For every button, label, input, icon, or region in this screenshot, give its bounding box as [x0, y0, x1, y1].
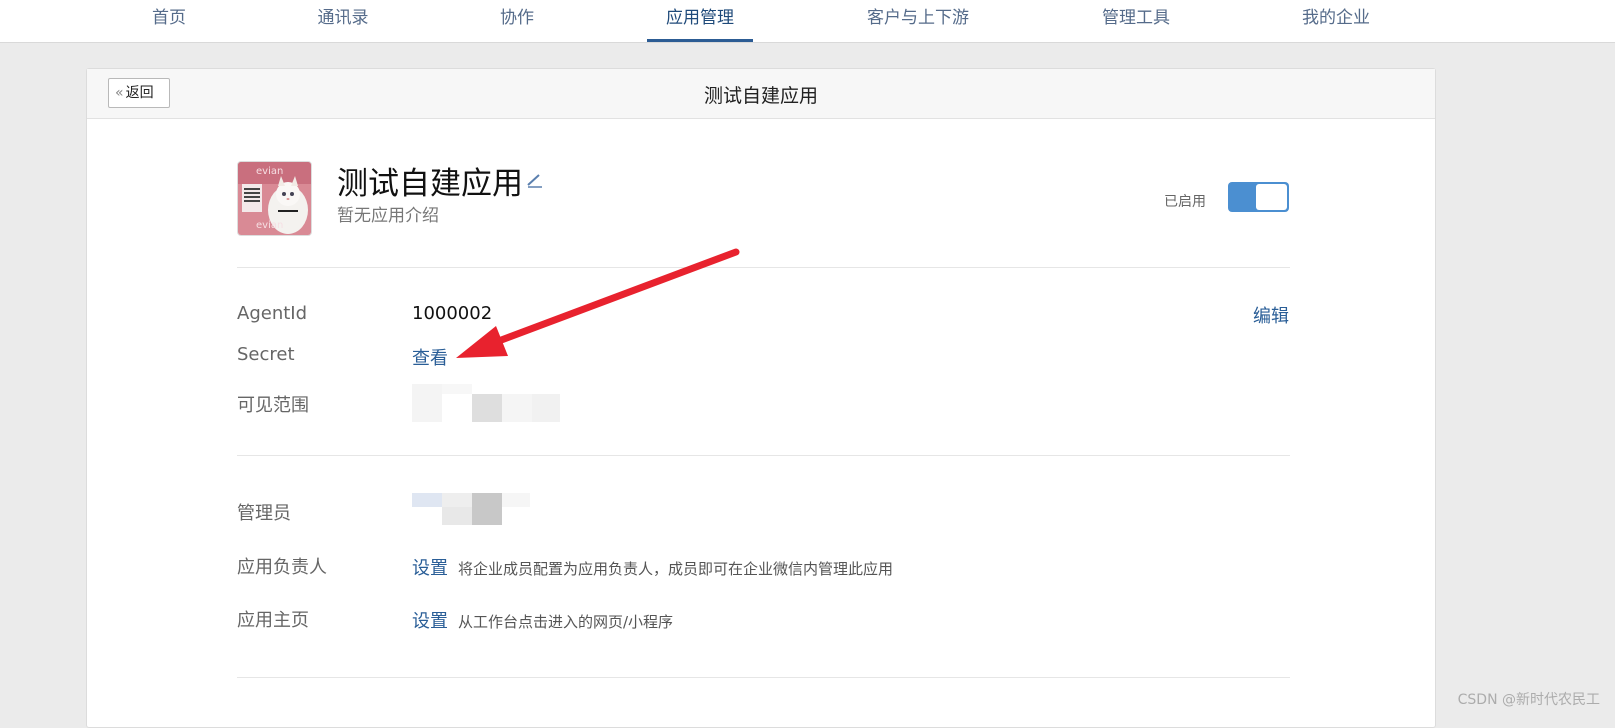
nav-item-app-management[interactable]: 应用管理: [666, 0, 734, 43]
app-home-label: 应用主页: [237, 606, 309, 632]
app-home-set-link[interactable]: 设置: [412, 611, 448, 632]
app-description: 暂无应用介绍: [337, 201, 439, 226]
nav-item-home[interactable]: 首页: [152, 0, 186, 43]
app-owner-label: 应用负责人: [237, 553, 327, 579]
nav-item-contacts[interactable]: 通讯录: [318, 0, 369, 43]
edit-link[interactable]: 编辑: [1253, 302, 1289, 328]
toggle-knob: [1256, 184, 1287, 210]
divider: [237, 267, 1290, 268]
agentid-label: AgentId: [237, 303, 307, 324]
app-owner-hint: 将企业成员配置为应用负责人，成员即可在企业微信内管理此应用: [458, 560, 893, 578]
app-detail-card: «返回 测试自建应用 evian evian 测试自建应用: [86, 68, 1436, 728]
top-nav: 首页 通讯录 协作 应用管理 客户与上下游 管理工具 我的企业: [0, 0, 1615, 43]
app-owner-row: 设置将企业成员配置为应用负责人，成员即可在企业微信内管理此应用: [412, 554, 893, 580]
logo-text-top: evian: [256, 166, 283, 177]
divider: [237, 455, 1290, 456]
secret-label: Secret: [237, 344, 295, 365]
logo-text-bottom: evian: [256, 220, 283, 231]
nav-item-customers[interactable]: 客户与上下游: [867, 0, 969, 43]
app-home-hint: 从工作台点击进入的网页/小程序: [458, 613, 673, 631]
nav-item-collaboration[interactable]: 协作: [500, 0, 534, 43]
app-owner-set-link[interactable]: 设置: [412, 558, 448, 579]
admin-label: 管理员: [237, 499, 291, 525]
enabled-status-label: 已启用: [1164, 191, 1206, 211]
watermark: CSDN @新时代农民工: [1458, 689, 1600, 709]
nav-item-management-tools[interactable]: 管理工具: [1102, 0, 1170, 43]
card-header: «返回 测试自建应用: [87, 69, 1435, 119]
page-title: 测试自建应用: [87, 81, 1435, 108]
enable-toggle[interactable]: [1228, 182, 1289, 212]
admin-avatars-blurred: [412, 493, 532, 531]
app-name: 测试自建应用: [337, 158, 523, 203]
visible-range-members-blurred: [412, 384, 562, 428]
app-logo: evian evian: [237, 161, 312, 236]
edit-name-pencil-icon[interactable]: [525, 170, 545, 190]
red-arrow-annotation-icon: [440, 240, 750, 370]
divider: [237, 677, 1290, 678]
nav-item-my-company[interactable]: 我的企业: [1302, 0, 1370, 43]
app-home-row: 设置从工作台点击进入的网页/小程序: [412, 607, 673, 633]
visible-range-label: 可见范围: [237, 391, 309, 417]
